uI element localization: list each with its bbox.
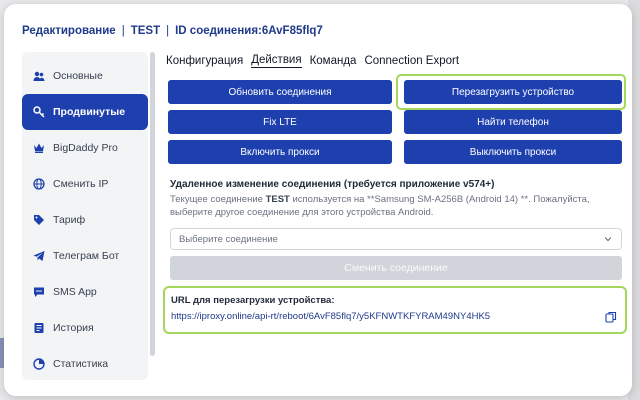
sidebar-item-statistics[interactable]: Статистика <box>22 346 148 382</box>
breadcrumb-separator: | <box>166 25 170 37</box>
tab-bar: Конфигурация Действия Команда Connection… <box>166 52 624 70</box>
sidebar-item-label: Сменить IP <box>53 178 109 190</box>
remote-change-title: Удаленное изменение соединения (требуетс… <box>170 179 495 190</box>
sidebar-item-label: История <box>53 322 94 334</box>
sidebar-item-sms-app[interactable]: SMS App <box>22 274 148 310</box>
tab-team[interactable]: Команда <box>310 55 357 68</box>
telegram-icon <box>33 250 45 262</box>
user-group-icon <box>33 70 45 82</box>
connection-select-placeholder: Выберите соединение <box>179 233 278 245</box>
find-phone-button[interactable]: Найти телефон <box>404 110 622 134</box>
action-buttons: Обновить соединения Перезагрузить устрой… <box>168 80 622 164</box>
sidebar-item-label: SMS App <box>53 286 97 298</box>
history-icon <box>33 322 45 334</box>
sidebar-scrollbar[interactable] <box>150 52 155 356</box>
reboot-url-box: URL для перезагрузки устройства: https:/… <box>163 286 627 334</box>
disable-proxy-button[interactable]: Выключить прокси <box>404 140 622 164</box>
crown-icon <box>33 142 45 154</box>
sidebar-item-tariff[interactable]: Тариф <box>22 202 148 238</box>
tab-connection-export[interactable]: Connection Export <box>364 55 459 68</box>
reboot-url-link[interactable]: https://iproxy.online/api-rt/reboot/6AvF… <box>171 311 490 322</box>
copy-icon[interactable] <box>605 311 617 323</box>
connection-select[interactable]: Выберите соединение <box>170 228 622 250</box>
chevron-down-icon <box>604 237 612 242</box>
sidebar-item-label: Продвинутые <box>53 106 126 118</box>
tab-configuration[interactable]: Конфигурация <box>166 55 243 68</box>
desc-prefix: Текущее соединение <box>170 194 266 205</box>
sidebar-item-label: Основные <box>53 70 103 82</box>
fix-lte-button[interactable]: Fix LTE <box>168 110 392 134</box>
sidebar-item-label: BigDaddy Pro <box>53 142 118 154</box>
sidebar-item-label: Статистика <box>53 358 109 370</box>
breadcrumb-connection-name: TEST <box>130 25 161 37</box>
sidebar-item-change-ip[interactable]: Сменить IP <box>22 166 148 202</box>
sidebar-item-label: Телеграм Бот <box>53 250 120 262</box>
breadcrumb-separator: | <box>121 25 125 37</box>
change-connection-button[interactable]: Сменить соединение <box>170 256 622 280</box>
breadcrumb: Редактирование | TEST | ID соединения:6A… <box>22 20 323 42</box>
enable-proxy-button[interactable]: Включить прокси <box>168 140 392 164</box>
sidebar-item-basic[interactable]: Основные <box>22 58 148 94</box>
sidebar-item-telegram-bot[interactable]: Телеграм Бот <box>22 238 148 274</box>
sidebar-item-bigdaddy-pro[interactable]: BigDaddy Pro <box>22 130 148 166</box>
remote-change-description: Текущее соединение TEST используется на … <box>170 193 610 219</box>
breadcrumb-connection-id: ID соединения:6AvF85flq7 <box>175 25 323 37</box>
edit-connection-modal: Редактирование | TEST | ID соединения:6A… <box>4 4 632 396</box>
chat-icon <box>33 286 45 298</box>
tab-actions[interactable]: Действия <box>251 54 302 68</box>
sidebar-item-label: Тариф <box>53 214 86 226</box>
tag-icon <box>33 214 45 226</box>
reboot-url-label: URL для перезагрузки устройства: <box>171 295 335 306</box>
globe-icon <box>33 178 45 190</box>
refresh-connections-button[interactable]: Обновить соединения <box>168 80 392 104</box>
sidebar-item-advanced[interactable]: Продвинутые <box>22 94 148 130</box>
sidebar-item-history[interactable]: История <box>22 310 148 346</box>
chart-icon <box>33 358 45 370</box>
key-icon <box>33 106 45 118</box>
reboot-device-button[interactable]: Перезагрузить устройство <box>404 80 622 104</box>
desc-connection-name: TEST <box>265 194 290 205</box>
sidebar: Основные Продвинутые BigDaddy Pro Сменит… <box>22 52 148 380</box>
actions-panel: Конфигурация Действия Команда Connection… <box>163 52 627 334</box>
breadcrumb-edit: Редактирование <box>22 25 116 37</box>
